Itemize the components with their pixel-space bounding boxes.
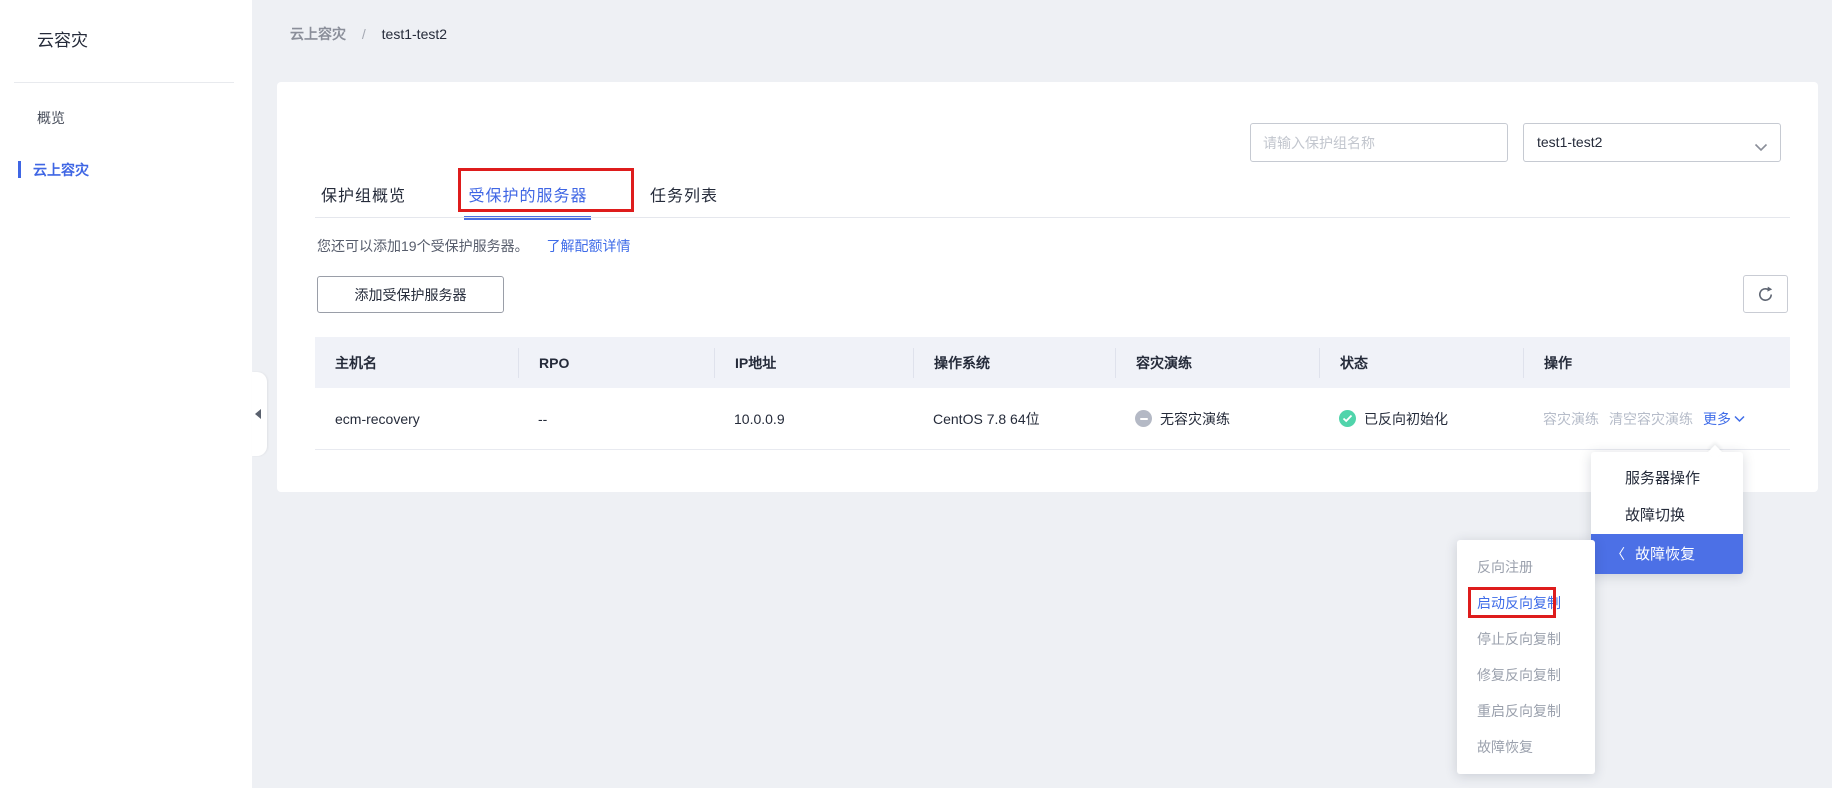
- submenu-item-start-reverse-replication[interactable]: 启动反向复制: [1457, 585, 1595, 621]
- col-hostname: 主机名: [315, 348, 518, 378]
- more-dropdown-link[interactable]: 更多: [1703, 409, 1745, 429]
- submenu-item-label: 启动反向复制: [1477, 595, 1561, 611]
- cell-status: 已反向初始化: [1319, 409, 1523, 429]
- refresh-button[interactable]: [1743, 275, 1788, 313]
- active-indicator-bar: [18, 161, 21, 178]
- quota-line: 您还可以添加19个受保护服务器。 了解配额详情: [317, 236, 630, 256]
- add-protected-server-button[interactable]: 添加受保护服务器: [317, 276, 504, 313]
- col-ip: IP地址: [714, 348, 913, 378]
- minus-circle-icon: [1135, 410, 1152, 427]
- main-card: test1-test2 保护组概览 受保护的服务器 任务列表 您还可以添加19个…: [277, 82, 1818, 492]
- col-operation: 操作: [1523, 348, 1790, 378]
- breadcrumb-parent[interactable]: 云上容灾: [290, 26, 346, 42]
- select-value: test1-test2: [1537, 134, 1602, 150]
- protection-group-select[interactable]: test1-test2: [1523, 123, 1781, 162]
- breadcrumb-current: test1-test2: [382, 26, 447, 42]
- more-label: 更多: [1703, 409, 1731, 429]
- col-os: 操作系统: [913, 348, 1115, 378]
- chevron-down-icon: [1734, 415, 1745, 423]
- search-input[interactable]: [1250, 123, 1508, 162]
- cell-hostname: ecm-recovery: [315, 411, 518, 427]
- col-drill: 容灾演练: [1115, 348, 1319, 378]
- quota-text: 您还可以添加19个受保护服务器。: [317, 238, 529, 254]
- chevron-down-icon: [1754, 139, 1768, 157]
- menu-item-label: 故障恢复: [1635, 546, 1695, 563]
- protected-servers-table: 主机名 RPO IP地址 操作系统 容灾演练 状态 操作 ecm-recover…: [315, 337, 1790, 450]
- collapse-arrow-icon: [255, 409, 261, 419]
- submenu-item-stop-reverse-replication[interactable]: 停止反向复制: [1457, 621, 1595, 657]
- refresh-icon: [1756, 285, 1775, 304]
- tab-group-overview[interactable]: 保护组概览: [317, 176, 410, 220]
- status-text: 已反向初始化: [1364, 409, 1448, 429]
- menu-item-failover[interactable]: 故障切换: [1591, 497, 1743, 534]
- tab-bar: 保护组概览 受保护的服务器 任务列表: [317, 176, 772, 218]
- table-row: ecm-recovery -- 10.0.0.9 CentOS 7.8 64位 …: [315, 388, 1790, 450]
- cell-operation: 容灾演练 清空容灾演练 更多: [1523, 409, 1790, 429]
- submenu-item-repair-reverse-replication[interactable]: 修复反向复制: [1457, 657, 1595, 693]
- menu-item-server-operation[interactable]: 服务器操作: [1591, 460, 1743, 497]
- drill-text: 无容灾演练: [1160, 409, 1230, 429]
- fault-recovery-submenu: 反向注册 启动反向复制 停止反向复制 修复反向复制 重启反向复制 故障恢复: [1457, 540, 1595, 774]
- sidebar-item-label: 云上容灾: [33, 160, 89, 180]
- sidebar-item-cloud-dr[interactable]: 云上容灾: [0, 158, 252, 182]
- tab-task-list[interactable]: 任务列表: [646, 176, 722, 220]
- sidebar-title: 云容灾: [37, 26, 88, 51]
- app-root: 云容灾 概览 云上容灾 云上容灾 / test1-test2 test1-tes…: [0, 0, 1832, 788]
- cell-rpo: --: [518, 411, 714, 427]
- collapse-sidebar-handle[interactable]: [252, 372, 267, 456]
- sidebar-item-label: 概览: [37, 108, 65, 128]
- menu-item-fault-recovery[interactable]: 〈 故障恢复: [1591, 534, 1743, 574]
- cell-ip: 10.0.0.9: [714, 411, 913, 427]
- table-header: 主机名 RPO IP地址 操作系统 容灾演练 状态 操作: [315, 337, 1790, 388]
- submenu-item-reverse-register[interactable]: 反向注册: [1457, 549, 1595, 585]
- col-rpo: RPO: [518, 348, 714, 378]
- breadcrumb: 云上容灾 / test1-test2: [290, 24, 447, 44]
- op-clear-drill-link[interactable]: 清空容灾演练: [1609, 409, 1693, 429]
- more-context-menu: 服务器操作 故障切换 〈 故障恢复: [1591, 452, 1743, 574]
- submenu-item-fault-recovery[interactable]: 故障恢复: [1457, 729, 1595, 765]
- sidebar-item-overview[interactable]: 概览: [0, 106, 252, 130]
- cell-drill: 无容灾演练: [1115, 409, 1319, 429]
- sidebar: 云容灾 概览 云上容灾: [0, 0, 252, 788]
- submenu-expand-left-icon: 〈: [1611, 546, 1625, 562]
- cell-os: CentOS 7.8 64位: [913, 409, 1115, 429]
- check-circle-icon: [1339, 410, 1356, 427]
- col-status: 状态: [1319, 348, 1523, 378]
- op-drill-link[interactable]: 容灾演练: [1543, 409, 1599, 429]
- sidebar-divider: [14, 82, 234, 83]
- tabs-divider: [315, 217, 1790, 218]
- breadcrumb-separator: /: [362, 26, 366, 42]
- tab-protected-servers[interactable]: 受保护的服务器: [464, 176, 591, 220]
- quota-details-link[interactable]: 了解配额详情: [546, 238, 630, 254]
- submenu-item-restart-reverse-replication[interactable]: 重启反向复制: [1457, 693, 1595, 729]
